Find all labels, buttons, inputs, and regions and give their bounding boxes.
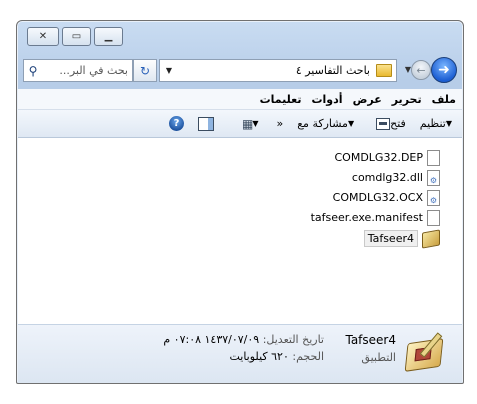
help-icon: ? [168,116,184,131]
address-row: ➜ ← ▼ باحث التفاسير ٤ ▼ ↻ ⚲ [23,57,457,83]
menu-bar: ملف تحرير عرض أدوات تعليمات [18,89,462,110]
document-icon [427,149,440,166]
help-button[interactable]: ? [168,116,184,131]
back-button[interactable]: ➜ [431,57,457,83]
list-item[interactable]: ⚙ comdlg32.dll [352,168,440,187]
organize-button[interactable]: تنظيم ▼ [420,117,456,130]
forward-button[interactable]: ← [411,60,431,80]
list-item[interactable]: ⚙ COMDLG32.OCX [333,188,440,207]
refresh-button[interactable]: ↻ [133,59,157,82]
menu-help[interactable]: تعليمات [260,93,302,106]
list-item[interactable]: tafseer.exe.manifest [311,208,440,227]
details-file-type: التطبيق [361,351,396,364]
size-value: ٦٢٠ كيلوبايت [229,350,289,363]
dll-icon: ⚙ [427,189,440,206]
file-name: COMDLG32.OCX [332,191,423,204]
details-pane: Tafseer4 التطبيق تاريخ التعديل: ١٤٣٧/٠٧/… [18,324,462,383]
size-label: الحجم: [292,350,324,363]
close-button[interactable]: ✕ [27,27,59,46]
chevron-down-icon: ▼ [347,119,355,128]
address-dropdown-arrow[interactable]: ▼ [160,66,178,75]
modified-label: تاريخ التعديل: [262,333,324,346]
open-label: فتح [390,117,406,130]
more-commands-label: » [276,117,284,130]
preview-pane-icon [197,116,214,131]
command-bar: تنظيم ▼ فتح مشاركة مع ▼ » ▦ ▼ ? [18,110,462,138]
details-file-name: Tafseer4 [345,333,396,347]
minimize-button[interactable]: ▁ [94,27,123,46]
caption-buttons: ✕ ▭ ▁ [27,27,126,46]
address-bar[interactable]: باحث التفاسير ٤ ▼ [159,59,397,82]
views-icon: ▦ [241,116,253,131]
details-modified: تاريخ التعديل: ١٤٣٧/٠٧/٠٩ ٠٧:٠٨ م [163,333,324,346]
app-large-icon [404,331,444,373]
recent-pages-dropdown[interactable]: ▼ [405,65,411,74]
folder-icon [376,64,392,77]
file-name: COMDLG32.DEP [334,151,424,164]
details-identity: Tafseer4 التطبيق [345,333,396,364]
open-icon [376,117,391,130]
preview-pane-button[interactable] [197,116,214,131]
navigation-buttons: ➜ ← ▼ [401,57,457,83]
document-icon [427,209,440,226]
open-button[interactable]: فتح [372,117,406,130]
list-item-selected[interactable]: Tafseer4 [363,228,440,249]
file-name: tafseer.exe.manifest [310,211,423,224]
menu-edit[interactable]: تحرير [392,93,422,106]
menu-view[interactable]: عرض [353,93,382,106]
list-item[interactable]: COMDLG32.DEP [334,148,440,167]
details-properties: تاريخ التعديل: ١٤٣٧/٠٧/٠٩ ٠٧:٠٨ م الحجم:… [163,333,324,367]
share-with-label: مشاركة مع [297,117,348,130]
file-name: Tafseer4 [363,230,418,247]
details-size: الحجم: ٦٢٠ كيلوبايت [163,350,324,363]
modified-value: ١٤٣٧/٠٧/٠٩ ٠٧:٠٨ م [163,333,260,346]
file-list: COMDLG32.DEP ⚙ comdlg32.dll ⚙ COMDLG32.O… [18,138,462,324]
share-with-button[interactable]: مشاركة مع ▼ [297,117,358,130]
more-commands-button[interactable]: » [276,117,283,130]
address-path[interactable]: باحث التفاسير ٤ [178,64,372,77]
search-input[interactable] [42,64,132,77]
maximize-button[interactable]: ▭ [62,27,91,46]
organize-label: تنظيم [419,117,446,130]
app-icon [422,228,440,249]
menu-tools[interactable]: أدوات [311,93,342,106]
file-name: comdlg32.dll [351,171,423,184]
views-button[interactable]: ▦ ▼ [242,117,263,131]
search-icon[interactable]: ⚲ [24,64,42,78]
dll-icon: ⚙ [427,169,440,186]
chevron-down-icon: ▼ [445,119,452,128]
menu-file[interactable]: ملف [432,93,456,106]
chevron-down-icon: ▼ [252,119,259,128]
explorer-window: ✕ ▭ ▁ ➜ ← ▼ باحث التفاسير ٤ ▼ ↻ ⚲ ملف تح… [16,20,464,384]
search-box[interactable]: ⚲ [23,59,133,82]
